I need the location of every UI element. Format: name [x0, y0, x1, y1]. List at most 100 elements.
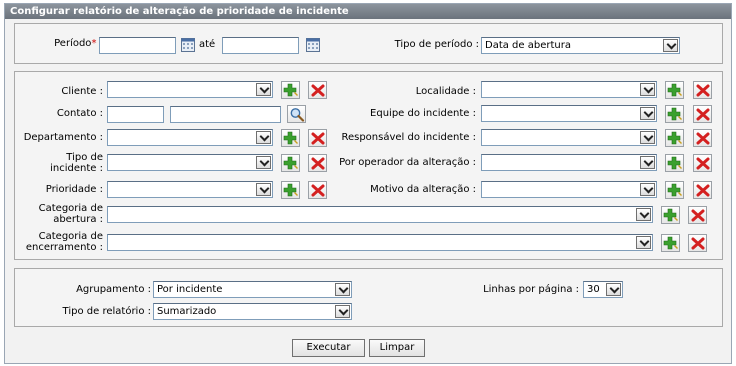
output-options-section: Agrupamento : Por incidente Tipo de rela…	[14, 268, 723, 327]
required-mark: *	[91, 38, 97, 49]
responsavel-label: Responsável do incidente :	[341, 132, 476, 143]
categoria-encerramento-label-line1: Categoria de	[38, 231, 103, 242]
categoria-abertura-label-line2: abertura :	[53, 214, 103, 225]
close-icon	[696, 184, 710, 197]
search-icon	[290, 108, 305, 122]
agrupamento-select[interactable]: Por incidente	[153, 281, 352, 298]
add-icon	[283, 83, 298, 97]
remove-prioridade-button[interactable]	[308, 181, 327, 199]
close-icon	[691, 237, 705, 250]
motivo-label: Motivo da alteração :	[370, 184, 476, 195]
close-icon	[691, 209, 705, 222]
remove-equipe-button[interactable]	[693, 105, 712, 123]
period-section: Período* : até Tipo de período : Data de…	[14, 23, 723, 64]
period-start-input[interactable]	[99, 37, 176, 54]
remove-tipo-incidente-button[interactable]	[308, 154, 327, 172]
contato-label: Contato :	[56, 108, 103, 119]
motivo-select[interactable]	[481, 181, 657, 198]
chevron-down-icon[interactable]	[636, 236, 651, 249]
operador-select[interactable]	[481, 154, 657, 171]
close-icon	[696, 157, 710, 170]
executar-button[interactable]: Executar	[292, 339, 365, 357]
contato-name-input[interactable]	[170, 106, 281, 123]
close-icon	[696, 108, 710, 121]
chevron-down-icon[interactable]	[640, 131, 655, 144]
chevron-down-icon[interactable]	[256, 83, 271, 96]
remove-responsavel-button[interactable]	[693, 129, 712, 147]
close-icon	[311, 184, 325, 197]
chevron-down-icon[interactable]	[606, 283, 621, 296]
linhas-por-pagina-value: 30	[587, 284, 600, 295]
tipo-relatorio-label: Tipo de relatório :	[62, 306, 151, 317]
close-icon	[696, 132, 710, 145]
contato-code-input[interactable]	[107, 106, 164, 123]
chevron-down-icon[interactable]	[335, 305, 350, 318]
add-motivo-button[interactable]	[665, 181, 684, 199]
limpar-button[interactable]: Limpar	[369, 339, 425, 357]
add-equipe-button[interactable]	[665, 105, 684, 123]
period-until-label: até	[199, 39, 216, 50]
localidade-select[interactable]	[481, 81, 657, 98]
add-prioridade-button[interactable]	[281, 181, 300, 199]
period-label: Período* :	[54, 38, 103, 49]
report-config-panel: Configurar relatório de alteração de pri…	[4, 3, 732, 364]
add-departamento-button[interactable]	[281, 129, 300, 147]
categoria-encerramento-label-line2: encerramento :	[25, 242, 103, 253]
prioridade-select[interactable]	[107, 181, 273, 198]
chevron-down-icon[interactable]	[256, 156, 271, 169]
add-icon	[283, 183, 298, 197]
responsavel-select[interactable]	[481, 129, 657, 146]
tipo-incidente-select[interactable]	[107, 154, 273, 171]
add-icon	[667, 107, 682, 121]
chevron-down-icon[interactable]	[640, 107, 655, 120]
chevron-down-icon[interactable]	[335, 283, 350, 296]
chevron-down-icon[interactable]	[640, 183, 655, 196]
add-categoria-abertura-button[interactable]	[661, 206, 680, 224]
tipo-relatorio-value: Sumarizado	[157, 306, 217, 317]
remove-departamento-button[interactable]	[308, 129, 327, 147]
add-operador-button[interactable]	[665, 154, 684, 172]
prioridade-label: Prioridade :	[45, 184, 103, 195]
add-cliente-button[interactable]	[281, 81, 300, 99]
localidade-label: Localidade :	[415, 86, 476, 97]
chevron-down-icon[interactable]	[640, 156, 655, 169]
search-contato-button[interactable]	[287, 105, 306, 123]
period-type-select[interactable]: Data de abertura	[481, 37, 680, 54]
equipe-select[interactable]	[481, 105, 657, 122]
remove-operador-button[interactable]	[693, 154, 712, 172]
tipo-incidente-label-line1: Tipo de	[66, 152, 103, 163]
add-categoria-encerramento-button[interactable]	[661, 234, 680, 252]
add-localidade-button[interactable]	[665, 81, 684, 99]
departamento-select[interactable]	[107, 129, 273, 146]
filters-section: Cliente : Localidade : Contato : Equipe …	[14, 71, 723, 260]
linhas-por-pagina-label: Linhas por página :	[483, 284, 579, 295]
calendar-end-icon[interactable]	[306, 37, 320, 52]
add-responsavel-button[interactable]	[665, 129, 684, 147]
chevron-down-icon[interactable]	[636, 208, 651, 221]
add-icon	[663, 236, 678, 250]
categoria-abertura-label: Categoria de abertura :	[39, 203, 103, 225]
remove-cliente-button[interactable]	[308, 81, 327, 99]
period-end-input[interactable]	[222, 37, 299, 54]
chevron-down-icon[interactable]	[640, 83, 655, 96]
period-type-label: Tipo de período :	[394, 39, 479, 50]
calendar-start-icon[interactable]	[181, 37, 195, 52]
categoria-encerramento-select[interactable]	[107, 234, 653, 251]
remove-categoria-encerramento-button[interactable]	[688, 234, 707, 252]
categoria-abertura-select[interactable]	[107, 206, 653, 223]
categoria-encerramento-label: Categoria de encerramento :	[26, 231, 103, 253]
tipo-relatorio-select[interactable]: Sumarizado	[153, 303, 352, 320]
equipe-label: Equipe do incidente :	[370, 108, 476, 119]
tipo-incidente-label-line2: incidente :	[50, 163, 103, 174]
cliente-select[interactable]	[107, 81, 273, 98]
chevron-down-icon[interactable]	[256, 183, 271, 196]
remove-localidade-button[interactable]	[693, 81, 712, 99]
remove-categoria-abertura-button[interactable]	[688, 206, 707, 224]
linhas-por-pagina-select[interactable]: 30	[583, 281, 623, 298]
remove-motivo-button[interactable]	[693, 181, 712, 199]
chevron-down-icon[interactable]	[663, 39, 678, 52]
add-tipo-incidente-button[interactable]	[281, 154, 300, 172]
close-icon	[311, 132, 325, 145]
add-icon	[667, 183, 682, 197]
chevron-down-icon[interactable]	[256, 131, 271, 144]
